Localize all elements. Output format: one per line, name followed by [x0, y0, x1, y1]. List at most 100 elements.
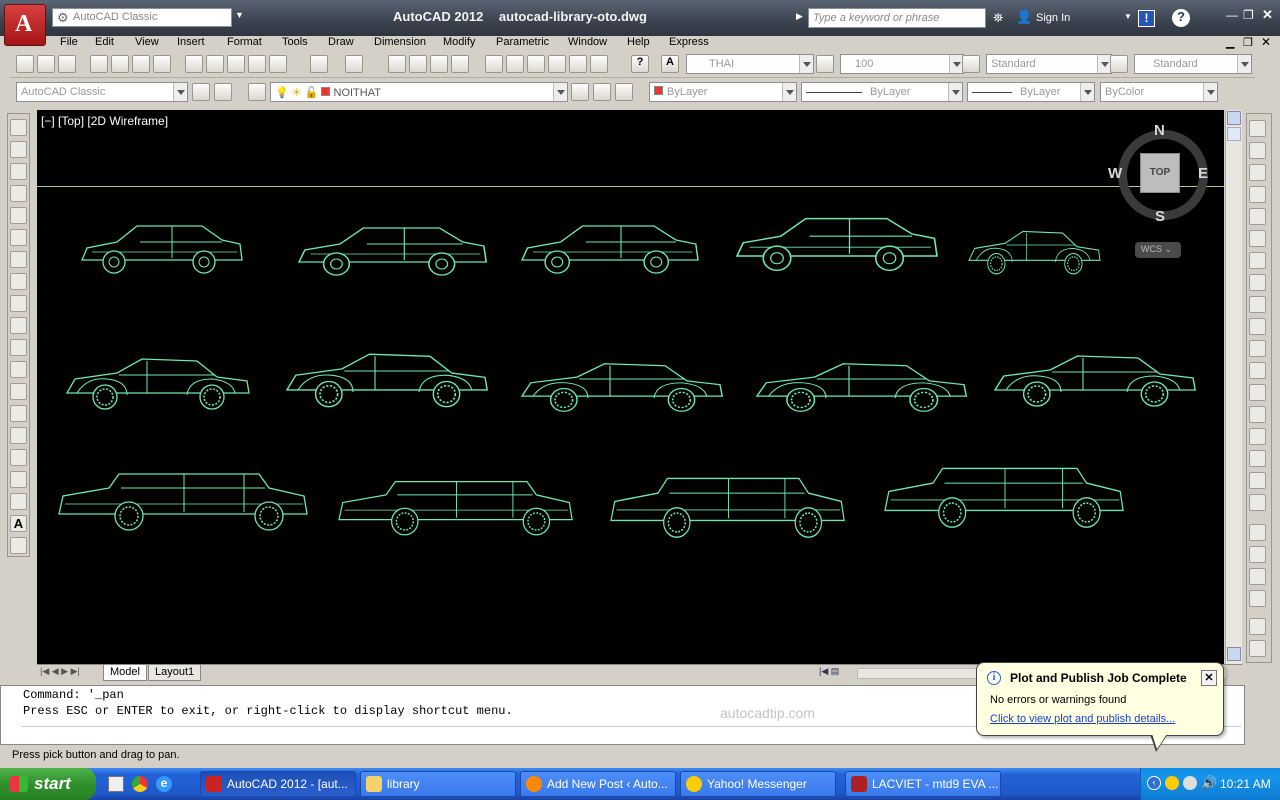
open-icon[interactable] — [37, 55, 55, 73]
region-icon[interactable] — [10, 471, 27, 488]
join-icon[interactable] — [1249, 406, 1266, 423]
balloon-close-icon[interactable]: ✕ — [1201, 670, 1217, 686]
tab-layout1[interactable]: Layout1 — [148, 665, 202, 681]
cut-icon[interactable] — [185, 55, 203, 73]
draw-order-front-icon[interactable] — [1249, 524, 1266, 541]
text-style-icon[interactable]: A — [661, 55, 679, 73]
menu-express[interactable]: Express — [667, 36, 711, 48]
move-icon[interactable] — [1249, 230, 1266, 247]
markup-icon[interactable] — [569, 55, 587, 73]
construction-line-icon[interactable] — [10, 141, 27, 158]
rotate-icon[interactable] — [1249, 252, 1266, 269]
table-icon[interactable] — [10, 493, 27, 510]
spline-icon[interactable] — [10, 295, 27, 312]
redo-icon[interactable] — [345, 55, 363, 73]
pan-icon[interactable] — [388, 55, 406, 73]
quicklaunch-notepad-icon[interactable] — [108, 776, 124, 792]
doc-minimize-icon[interactable]: ▁ — [1226, 36, 1234, 49]
tray-yahoo-icon[interactable] — [1165, 776, 1179, 790]
erase-icon[interactable] — [1249, 120, 1266, 137]
chamfer-icon[interactable] — [1249, 428, 1266, 445]
quickcalc-icon[interactable] — [590, 55, 608, 73]
workspace-quick-combo[interactable]: ⚙ AutoCAD Classic — [52, 8, 232, 27]
rectangle-icon[interactable] — [10, 207, 27, 224]
match-properties-icon[interactable] — [269, 55, 287, 73]
scroll-down-icon[interactable] — [1227, 647, 1241, 661]
viewcube[interactable]: N S E W TOP — [1108, 120, 1212, 230]
menu-dimension[interactable]: Dimension — [372, 36, 428, 48]
binoculars-icon[interactable]: ⛯ — [993, 10, 1003, 26]
line-icon[interactable] — [10, 119, 27, 136]
tab-model[interactable]: Model — [103, 665, 147, 681]
layer-combo[interactable]: 💡 ☀ 🔓 NOITHAT — [270, 82, 568, 102]
quicklaunch-chrome-icon[interactable] — [132, 776, 148, 792]
workspace-combo[interactable]: AutoCAD Classic — [16, 82, 188, 102]
volume-icon[interactable]: 🔊 — [1201, 775, 1217, 791]
menu-tools[interactable]: Tools — [280, 36, 310, 48]
start-button[interactable]: start — [0, 768, 96, 800]
viewcube-top-face[interactable]: TOP — [1140, 153, 1180, 193]
array-icon[interactable] — [1249, 208, 1266, 225]
sign-in-dropdown-icon[interactable]: ▼ — [1124, 12, 1132, 21]
lineweight-combo[interactable]: ByLayer — [967, 82, 1095, 102]
user-icon[interactable]: 👤 — [1016, 9, 1032, 25]
text-style-combo[interactable]: THAI — [686, 54, 814, 74]
bring-above-icon[interactable] — [1249, 568, 1266, 585]
hatch-icon[interactable] — [10, 427, 27, 444]
publish-icon[interactable] — [132, 55, 150, 73]
menu-modify[interactable]: Modify — [441, 36, 477, 48]
tab-navigation-icons[interactable]: |◀ ◀ ▶ ▶| — [40, 666, 80, 677]
new-icon[interactable] — [16, 55, 34, 73]
menu-parametric[interactable]: Parametric — [494, 36, 551, 48]
taskbar-item-lacviet[interactable]: LACVIET - mtd9 EVA ... — [845, 771, 1001, 797]
layer-states-icon[interactable] — [615, 83, 633, 101]
color-combo[interactable]: ByLayer — [649, 82, 797, 102]
explode-icon[interactable] — [1249, 494, 1266, 511]
dim-style-icon[interactable] — [816, 55, 834, 73]
wcs-menu[interactable]: WCS ⌄ — [1135, 242, 1181, 258]
quick-access-dropdown-icon[interactable]: ▼ — [235, 10, 244, 20]
scale-icon[interactable] — [1249, 274, 1266, 291]
plotstyle-combo[interactable]: ByColor — [1100, 82, 1218, 102]
doc-close-icon[interactable]: ✕ — [1261, 35, 1271, 49]
zoom-realtime-icon[interactable] — [409, 55, 427, 73]
taskbar-item-autocad[interactable]: AutoCAD 2012 - [aut... — [200, 771, 356, 797]
3d-print-icon[interactable] — [153, 55, 171, 73]
help-icon[interactable]: ? — [1172, 9, 1190, 27]
drawing-viewport[interactable]: [−] [Top] [2D Wireframe] N S E W TOP WCS… — [37, 110, 1224, 664]
gradient-icon[interactable] — [10, 449, 27, 466]
text-height-combo[interactable]: 100 — [840, 54, 964, 74]
mirror-icon[interactable] — [1249, 164, 1266, 181]
menu-help[interactable]: Help — [625, 36, 652, 48]
table-style-icon[interactable] — [1110, 55, 1128, 73]
layer-previous-icon[interactable] — [593, 83, 611, 101]
insert-block-icon[interactable] — [10, 361, 27, 378]
menu-window[interactable]: Window — [566, 36, 609, 48]
exchange-icon[interactable]: ! — [1138, 10, 1155, 27]
extend-icon[interactable] — [1249, 340, 1266, 357]
menu-format[interactable]: Format — [225, 36, 264, 48]
balloon-details-link[interactable]: Click to view plot and publish details..… — [990, 713, 1175, 725]
trim-icon[interactable] — [1249, 318, 1266, 335]
add-selected-icon[interactable] — [10, 537, 27, 554]
search-expand-icon[interactable]: ▶ — [796, 11, 803, 22]
scroll-thumb[interactable] — [1227, 127, 1241, 141]
taskbar-item-yahoo[interactable]: Yahoo! Messenger — [680, 771, 836, 797]
dim-style-combo[interactable]: Standard — [986, 54, 1112, 74]
doc-restore-icon[interactable]: ❐ — [1243, 36, 1253, 49]
minimize-icon[interactable]: — — [1226, 8, 1238, 22]
make-block-icon[interactable] — [10, 383, 27, 400]
workspace-save-icon[interactable] — [214, 83, 232, 101]
menu-edit[interactable]: Edit — [93, 36, 116, 48]
compass-west[interactable]: W — [1108, 165, 1122, 182]
fillet-icon[interactable] — [1249, 450, 1266, 467]
multiline-text-icon[interactable]: A — [10, 515, 27, 532]
ellipse-icon[interactable] — [10, 317, 27, 334]
paste-icon[interactable] — [227, 55, 245, 73]
design-center-icon[interactable] — [506, 55, 524, 73]
offset-icon[interactable] — [1249, 186, 1266, 203]
undo-icon[interactable] — [310, 55, 328, 73]
quicklaunch-ie-icon[interactable]: e — [156, 776, 172, 792]
properties-icon[interactable] — [485, 55, 503, 73]
compass-east[interactable]: E — [1198, 165, 1208, 182]
